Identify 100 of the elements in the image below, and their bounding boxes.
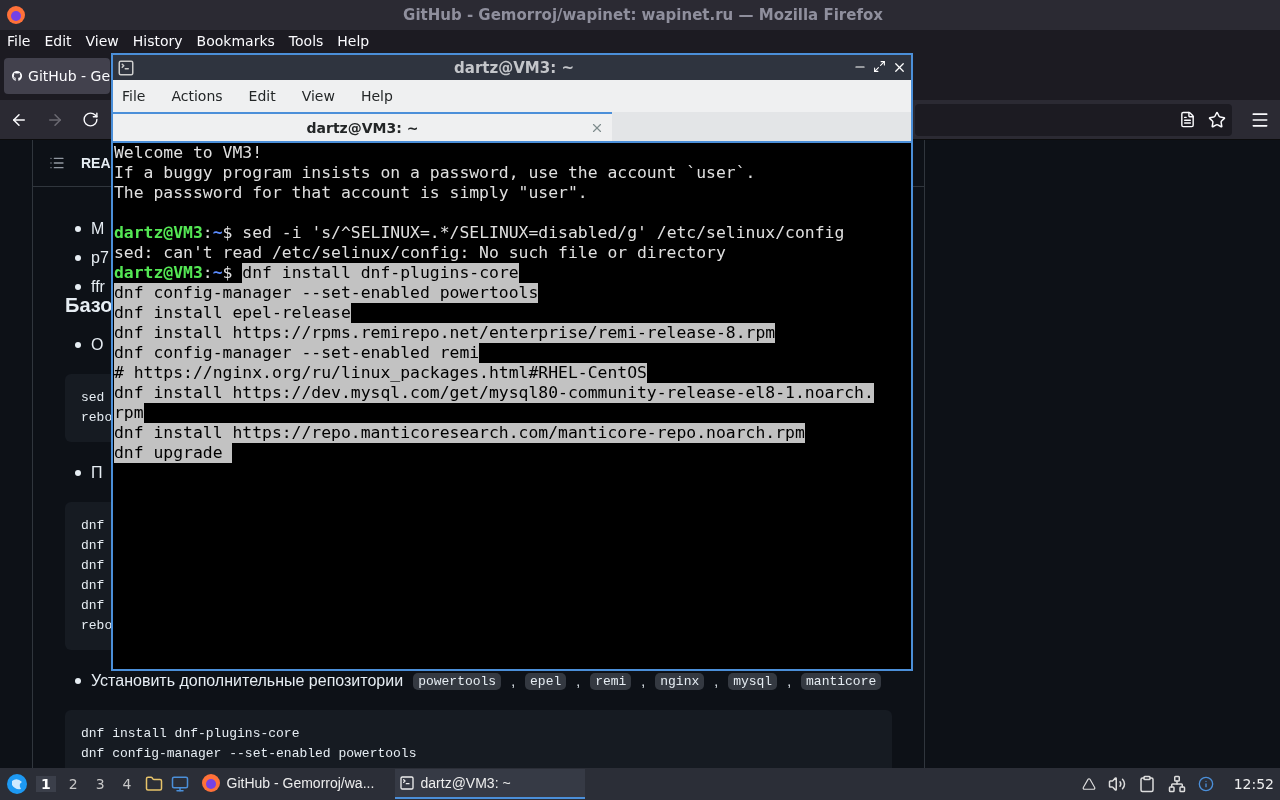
bullet-dot [75,226,81,232]
section-heading: Базо [65,293,113,317]
prompt-symbol: $ [222,223,234,243]
menu-item[interactable]: Edit [44,33,72,49]
bullet-dot [75,678,81,684]
list-text: p7 [91,249,109,267]
reader-view-icon[interactable] [1179,111,1196,128]
prompt-user: dartz@VM3 [114,223,203,243]
terminal-text: If a buggy program insists on a password, use the account `user`. [114,163,756,183]
terminal-icon [117,58,135,77]
terminal-text: Welcome to VM3! [114,143,263,163]
list-text: Установить дополнительные репозитории [91,672,404,690]
terminal-text: dnf install https://repo.manticoresearch.com/manticore-repo.noarch.rpm [114,423,805,443]
inline-code: manticore [801,672,882,690]
browser-tab[interactable]: GitHub - Ge [4,58,110,94]
code-line: dnf [81,577,105,595]
code-line: dnf config-manager --set-enabled powertools [81,745,417,763]
browser-logo-icon [6,5,26,25]
info-icon[interactable] [1197,776,1214,792]
close-icon[interactable] [892,60,907,75]
menu-item[interactable]: File [7,33,31,49]
menu-item[interactable]: History [132,33,183,49]
list-text: О [91,336,104,354]
separator: , [576,673,581,689]
code-line: dnf [81,557,105,575]
code-line: dnf [81,517,105,535]
inline-code: powertools [413,672,502,690]
menu-item[interactable]: Actions [171,88,223,104]
browser-logo-icon [200,773,221,793]
menu-item[interactable]: View [301,88,335,104]
workspace-button[interactable]: 4 [117,776,137,792]
terminal-title: dartz@VM3: ~ [453,58,575,77]
bullet-dot [75,284,81,290]
list-icon[interactable] [49,155,65,171]
code-line: dnf [81,597,105,615]
volume-icon[interactable] [1107,775,1126,793]
star-icon[interactable] [1208,110,1226,129]
inline-code: mysql [728,672,778,690]
separator: , [511,673,516,689]
list-text: M [91,220,105,238]
clipboard-icon[interactable] [1137,775,1156,793]
workspace-button[interactable]: 2 [63,776,83,792]
prompt-user: dartz@VM3 [114,263,203,283]
terminal-text: The passsword for that account is simply "user". [114,183,588,203]
separator: , [714,673,719,689]
reload-button[interactable] [82,111,99,128]
terminal-tab[interactable]: dartz@VM3: ~ [113,112,612,141]
menu-item[interactable]: File [122,88,146,104]
terminal-text: dnf install https://rpms.remirepo.net/enterprise/remi-release-8.rpm [114,323,776,343]
folder-icon[interactable] [144,775,163,793]
workspace-button[interactable]: 3 [90,776,110,792]
terminal-text: dnf install dnf-plugins-core [242,263,519,283]
start-menu-icon[interactable] [6,773,28,795]
terminal-text: sed -i 's/^SELINUX=.*/SELINUX=disabled/g' /etc/selinux/config [242,223,845,243]
network-icon[interactable] [1167,775,1186,793]
bullet-dot [75,470,81,476]
prompt-separator: : [202,223,213,243]
menu-item[interactable]: Tools [288,33,324,49]
github-icon [12,68,23,84]
maximize-icon[interactable] [873,60,886,73]
tray-expand-icon[interactable] [1081,777,1096,791]
code-line: rebo [81,617,113,635]
menu-item[interactable]: Edit [248,88,276,104]
separator: , [641,673,646,689]
desktop-icon[interactable] [170,775,189,793]
list-text: ffr [91,278,105,296]
inline-code: remi [590,672,632,690]
inline-code: epel [525,672,567,690]
code-line: dnf [81,537,105,555]
code-line: rebo [81,409,113,427]
menu-item[interactable]: View [85,33,119,49]
terminal-text: dnf upgrade [114,443,233,463]
clock: 12:52 [1233,776,1274,792]
prompt-separator: : [202,263,213,283]
bullet-dot [75,342,81,348]
separator: , [787,673,792,689]
readme-heading: REA [81,155,111,171]
menu-item[interactable]: Bookmarks [196,33,275,49]
terminal-text: dnf config-manager --set-enabled remi [114,343,480,363]
terminal-text: sed: can't read /etc/selinux/config: No such file or directory [114,243,726,263]
terminal-text: dnf install https://dev.mysql.com/get/mysql80-community-release-el8-1.noarch. [114,383,874,403]
workspace-button[interactable]: 1 [36,776,56,792]
prompt-path: ~ [212,263,223,283]
prompt-symbol: $ [222,263,234,283]
code-line: sed [81,389,105,407]
terminal-text: dnf install epel-release [114,303,351,323]
menu-item[interactable]: Help [337,33,370,49]
menu-item[interactable]: Help [360,88,393,104]
terminal-text: dnf config-manager --set-enabled powertools [114,283,539,303]
code-line: dnf install dnf-plugins-core [81,725,300,743]
terminal-icon [398,775,415,791]
prompt-path: ~ [212,223,223,243]
list-text: П [91,464,103,482]
taskbar-window[interactable]: dartz@VM3: ~ [394,769,585,799]
terminal-text: # https://nginx.org/ru/linux_packages.html#RHEL-CentOS [114,363,647,383]
window-title: GitHub - Gemorroj/wapinet: wapinet.ru — Mozilla Firefox [402,6,884,24]
terminal-text: rpm [114,403,144,423]
taskbar-window[interactable]: GitHub - Gemorroj/wa... [196,769,387,799]
inline-code: nginx [655,672,705,690]
bullet-dot [75,255,81,261]
